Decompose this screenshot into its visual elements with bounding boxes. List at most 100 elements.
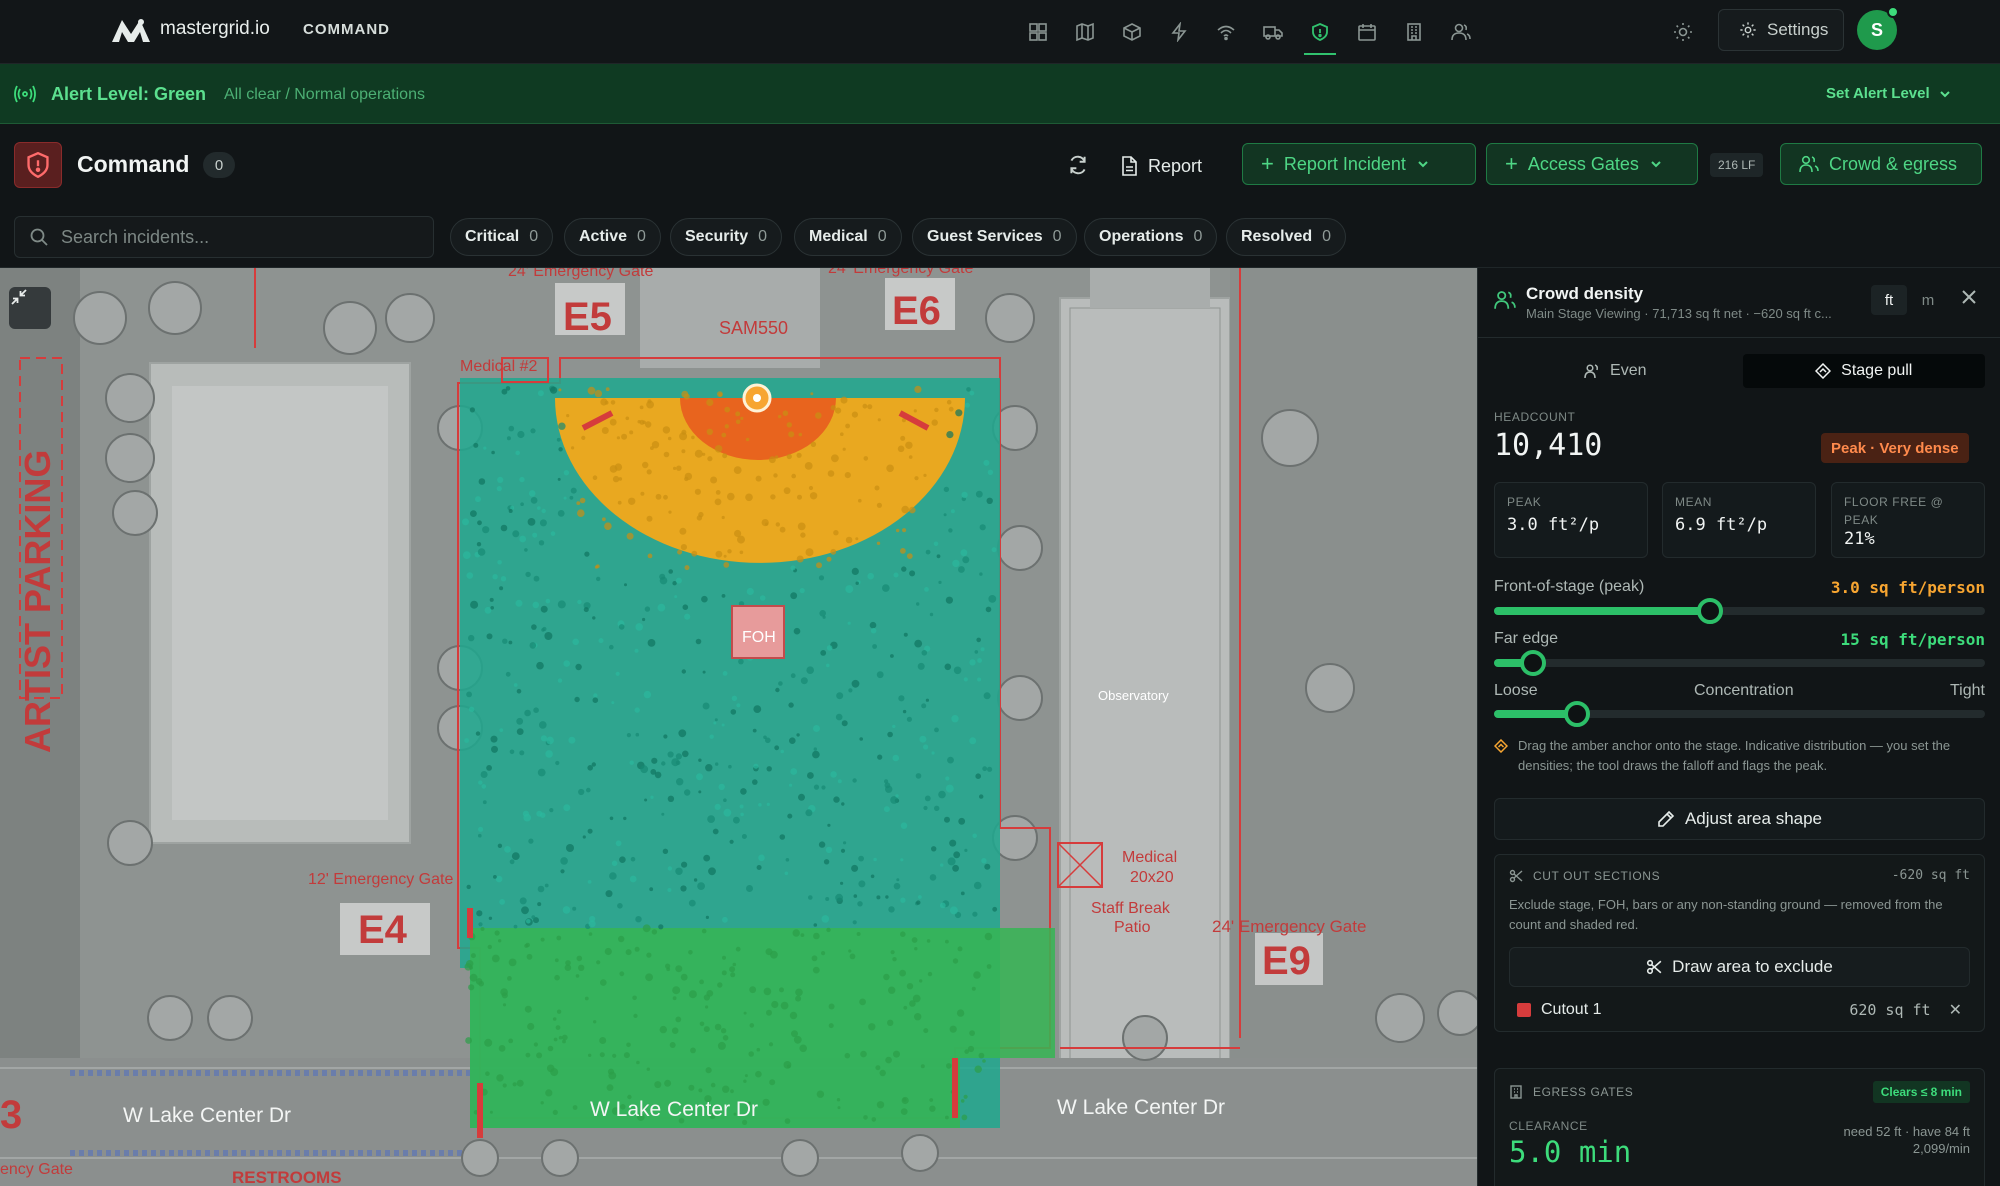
users-icon: [1494, 290, 1516, 315]
shield-icon[interactable]: [1302, 14, 1338, 55]
mode-stage-label: Stage pull: [1841, 362, 1913, 379]
close-icon[interactable]: [1960, 288, 1978, 311]
egress-note: need 52 ft · have 84 ft 2,099/min: [1844, 1123, 1970, 1157]
observatory-label: Observatory: [1098, 688, 1169, 703]
filter-medical[interactable]: Medical 0: [794, 218, 902, 256]
access-gates-button[interactable]: + Access Gates: [1486, 143, 1698, 185]
remove-cutout-icon[interactable]: ✕: [1949, 1000, 1962, 1020]
online-status-dot: [1887, 6, 1899, 18]
slider-track[interactable]: [1494, 701, 1985, 727]
artist-parking-label: ARTIST PARKING: [17, 450, 58, 753]
cube-icon[interactable]: [1114, 14, 1150, 50]
egress-status-badge: Clears ≤ 8 min: [1872, 1081, 1970, 1103]
dashboard-icon[interactable]: [1020, 14, 1056, 50]
report-incident-label: Report Incident: [1283, 153, 1406, 174]
set-alert-level-button[interactable]: Set Alert Level: [1826, 85, 1952, 102]
headcount-value: 10,410: [1494, 428, 1603, 463]
search-input[interactable]: [61, 226, 421, 248]
unit-m-toggle[interactable]: m: [1910, 285, 1946, 315]
sam-label: SAM550: [719, 318, 788, 338]
mode-even-tab[interactable]: Even: [1494, 354, 1737, 388]
filter-count: 0: [1193, 228, 1203, 245]
calendar-icon[interactable]: [1349, 14, 1385, 50]
filter-security[interactable]: Security 0: [670, 218, 783, 256]
front-of-stage-slider: Front-of-stage (peak) 3.0 sq ft/person: [1494, 578, 1985, 624]
plus-icon: +: [1505, 151, 1518, 176]
slider-handle[interactable]: [1520, 650, 1547, 676]
report-incident-button[interactable]: + Report Incident: [1242, 143, 1476, 185]
map-canvas[interactable]: ARTIST PARKING E5 E6 E4 E9 3 SAM550 FOH …: [0, 268, 1477, 1186]
filter-count: 0: [529, 228, 539, 245]
filter-label: Security: [685, 228, 749, 245]
pencil-icon: [1658, 810, 1675, 827]
slider-track[interactable]: [1494, 598, 1985, 624]
cutout-size: 620 sq ft: [1849, 1001, 1931, 1019]
cutout-list-item[interactable]: Cutout 1 620 sq ft ✕: [1517, 995, 1962, 1025]
filter-resolved[interactable]: Resolved 0: [1226, 218, 1347, 256]
stat-value: 21%: [1844, 529, 1875, 549]
report-button[interactable]: Report: [1120, 146, 1202, 186]
power-icon[interactable]: [1161, 14, 1197, 50]
slider-fill: [1494, 607, 1711, 615]
crowd-egress-label: Crowd & egress: [1829, 153, 1958, 174]
adjust-area-shape-button[interactable]: Adjust area shape: [1494, 798, 1985, 840]
filter-active[interactable]: Active 0: [564, 218, 661, 256]
set-alert-label: Set Alert Level: [1826, 85, 1930, 102]
staff-break-label: Staff Break: [1091, 900, 1171, 917]
filter-critical[interactable]: Critical 0: [450, 218, 554, 256]
brand-name[interactable]: mastergrid.io: [160, 18, 270, 40]
document-icon: [1122, 156, 1137, 176]
incident-filters: Critical 0 Active 0 Security 0 Medical 0 Gue…: [0, 206, 2000, 268]
command-header: Command 0 Report + Report Incident + Acc…: [0, 124, 2000, 206]
broadcast-icon: [14, 84, 36, 109]
anchor-hint-icon: [1494, 739, 1508, 753]
filter-guest-services[interactable]: Guest Services 0: [912, 218, 1077, 256]
module-nav: [1020, 14, 1479, 55]
draw-area-to-exclude-button[interactable]: Draw area to exclude: [1509, 947, 1970, 987]
gate-e6-label: E6: [892, 289, 941, 333]
map-icon[interactable]: [1067, 14, 1103, 50]
slider-value: 15 sq ft/person: [1840, 630, 1986, 649]
medical-tent-label: Medical: [1122, 849, 1177, 866]
settings-button[interactable]: Settings: [1718, 9, 1844, 51]
mode-stage-pull-tab[interactable]: Stage pull: [1742, 354, 1985, 388]
refresh-icon[interactable]: [1060, 147, 1096, 183]
crowd-egress-button[interactable]: Crowd & egress: [1780, 143, 1982, 185]
street-label-mid: W Lake Center Dr: [590, 1098, 758, 1121]
slider-handle[interactable]: [1697, 598, 1724, 624]
truck-icon[interactable]: [1255, 14, 1291, 50]
draw-label: Draw area to exclude: [1672, 957, 1833, 976]
site-map[interactable]: ARTIST PARKING E5 E6 E4 E9 3 SAM550 FOH …: [0, 268, 1477, 1186]
users-icon[interactable]: [1443, 14, 1479, 50]
mastergrid-logo[interactable]: [110, 14, 152, 46]
wifi-icon[interactable]: [1208, 14, 1244, 50]
cut-header: CUT OUT SECTIONS: [1533, 869, 1661, 883]
slider-track[interactable]: [1494, 650, 1985, 676]
chevron-down-icon: [1418, 161, 1428, 168]
stat-label: FLOOR FREE @ PEAK: [1844, 495, 1944, 527]
headcount-label: HEADCOUNT: [1494, 410, 1576, 424]
stat-value: 6.9 ft²/p: [1675, 515, 1768, 535]
unit-ft-toggle[interactable]: ft: [1871, 285, 1907, 315]
gate-bottom-left-label: ency Gate: [0, 1161, 73, 1178]
filter-label: Medical: [809, 228, 868, 245]
filter-label: Resolved: [1241, 228, 1313, 245]
filter-count: 0: [1052, 228, 1062, 245]
top-nav: mastergrid.io COMMAND Settings S: [0, 0, 2000, 64]
stat-mean: MEAN 6.9 ft²/p: [1662, 482, 1816, 558]
filter-operations[interactable]: Operations 0: [1084, 218, 1218, 256]
alert-description: All clear / Normal operations: [224, 86, 425, 103]
sun-icon[interactable]: [1665, 14, 1701, 50]
collapse-icon[interactable]: [9, 287, 51, 329]
chevron-down-icon: [1651, 161, 1661, 168]
plus-icon: +: [1261, 151, 1274, 176]
adjust-label: Adjust area shape: [1684, 809, 1823, 828]
building-icon[interactable]: [1396, 14, 1432, 50]
report-label: Report: [1148, 155, 1203, 176]
crowd-density-panel: Crowd density Main Stage Viewing · 71,71…: [1477, 268, 2000, 1186]
gate-12-label: 12' Emergency Gate: [308, 871, 453, 888]
stat-value: 3.0 ft²/p: [1507, 515, 1600, 535]
street-label-left: W Lake Center Dr: [123, 1104, 291, 1127]
gate-e9-label: E9: [1262, 939, 1311, 983]
slider-handle[interactable]: [1564, 701, 1591, 727]
